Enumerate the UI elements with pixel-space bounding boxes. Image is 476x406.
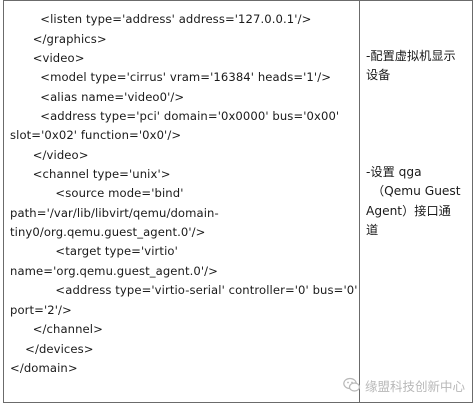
note-qga-line: -设置 qga [366, 165, 422, 179]
note-qga-line: 道 [366, 223, 379, 237]
code-line: path='/var/lib/libvirt/qemu/domain- [10, 206, 219, 220]
code-line: tiny0/org.qemu.guest_agent.0'/> [10, 225, 206, 239]
code-line: <channel type='unix'> [10, 167, 171, 181]
code-line: <target type='virtio' [10, 244, 178, 258]
watermark-text: 缘盟科技创新中心 [365, 378, 466, 394]
wechat-icon [343, 377, 361, 393]
code-line: <listen type='address' address='127.0.0.… [10, 12, 312, 26]
code-line: name='org.qemu.guest_agent.0'/> [10, 264, 218, 278]
code-line: <source mode='bind' [10, 186, 184, 200]
document-page: <listen type='address' address='127.0.0.… [0, 0, 476, 406]
code-line: <video> [10, 51, 85, 65]
code-line: </devices> [10, 342, 94, 356]
note-qga-line: Agent）接口通 [366, 204, 451, 218]
note-video-line: -配置虚拟机显示 [366, 49, 456, 63]
code-line: <address type='pci' domain='0x0000' bus=… [10, 109, 340, 123]
note-qga-line: （Qemu Guest [372, 184, 461, 198]
column-divider [359, 0, 360, 403]
code-line: </graphics> [10, 32, 107, 46]
code-line: <address type='virtio-serial' controller… [10, 283, 358, 297]
code-line: port='2'/> [10, 303, 72, 317]
watermark: 缘盟科技创新中心 [343, 375, 465, 395]
code-line: <model type='cirrus' vram='16384' heads=… [10, 70, 332, 84]
note-video-line: 设备 [366, 68, 391, 82]
code-line: </channel> [10, 322, 103, 336]
code-line: slot='0x02' function='0x0'/> [10, 128, 182, 142]
code-line: <alias name='video0'/> [10, 90, 185, 104]
code-line: </video> [10, 148, 89, 162]
code-line: </domain> [10, 361, 78, 375]
